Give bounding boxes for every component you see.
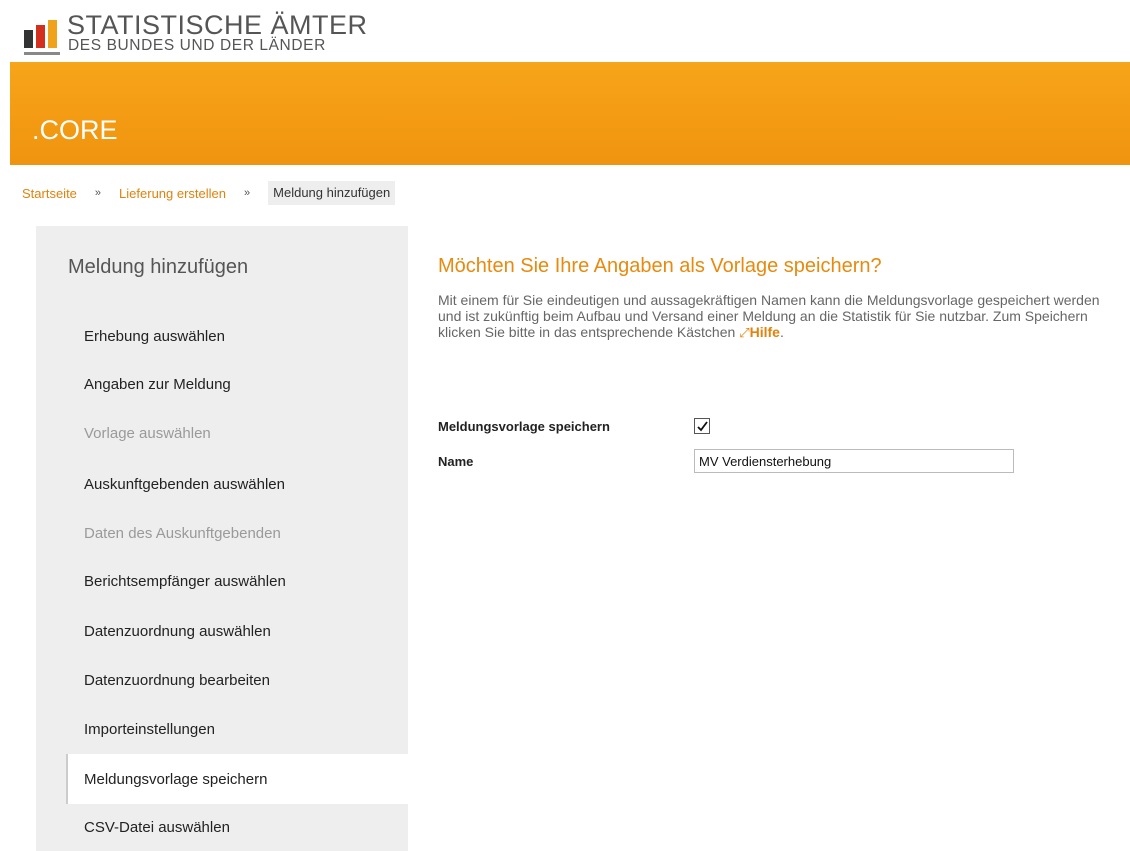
sidebar-item-importeinstellungen[interactable]: Importeinstellungen xyxy=(84,721,215,738)
external-link-icon: ⤢ xyxy=(739,325,750,340)
save-template-row: Meldungsvorlage speichern xyxy=(438,418,710,434)
main-content: Möchten Sie Ihre Angaben als Vorlage spe… xyxy=(438,255,1118,341)
sidebar-title: Meldung hinzufügen xyxy=(68,256,249,278)
sidebar-item-angaben-zur-meldung[interactable]: Angaben zur Meldung xyxy=(84,376,231,393)
statistics-logo-icon xyxy=(24,20,60,55)
sidebar-item-csv-datei-auswaehlen[interactable]: CSV-Datei auswählen xyxy=(84,819,230,836)
sidebar-item-auskunftgebenden-auswaehlen[interactable]: Auskunftgebenden auswählen xyxy=(84,476,285,493)
sidebar-item-daten-des-auskunftgebenden: Daten des Auskunftgebenden xyxy=(84,525,281,542)
breadcrumb: Startseite » Lieferung erstellen » Meldu… xyxy=(22,180,396,206)
logo-bar: STATISTISCHE ÄMTER DES BUNDES UND DER LÄ… xyxy=(0,0,1130,62)
header-band: .CORE xyxy=(10,62,1130,165)
sidebar-item-erhebung-auswaehlen[interactable]: Erhebung auswählen xyxy=(84,328,225,345)
description-text: Mit einem für Sie eindeutigen und aussag… xyxy=(438,292,1118,341)
sidebar-item-vorlage-auswaehlen: Vorlage auswählen xyxy=(84,425,211,442)
breadcrumb-separator: » xyxy=(94,187,102,199)
save-template-checkbox[interactable] xyxy=(694,418,710,434)
breadcrumb-current: Meldung hinzufügen xyxy=(268,181,396,205)
breadcrumb-lieferung-erstellen[interactable]: Lieferung erstellen xyxy=(119,186,226,201)
name-label: Name xyxy=(438,453,474,469)
breadcrumb-startseite[interactable]: Startseite xyxy=(22,186,77,201)
sidebar-item-berichtsempfaenger-auswaehlen[interactable]: Berichtsempfänger auswählen xyxy=(84,573,286,590)
sidebar-item-datenzuordnung-bearbeiten[interactable]: Datenzuordnung bearbeiten xyxy=(84,672,270,689)
page-title: Möchten Sie Ihre Angaben als Vorlage spe… xyxy=(438,255,882,277)
description-suffix: . xyxy=(779,324,784,340)
breadcrumb-separator: » xyxy=(244,187,251,199)
name-row: Name xyxy=(438,449,1014,473)
save-template-label: Meldungsvorlage speichern xyxy=(438,418,610,434)
org-name-line2: DES BUNDES UND DER LÄNDER xyxy=(68,37,326,54)
product-title: .CORE xyxy=(32,115,118,145)
template-name-input[interactable] xyxy=(694,449,1014,473)
step-sidebar: Meldung hinzufügen Erhebung auswählen An… xyxy=(36,226,408,851)
help-link[interactable]: Hilfe xyxy=(750,324,780,340)
sidebar-item-meldungsvorlage-speichern[interactable]: Meldungsvorlage speichern xyxy=(84,771,267,788)
checkmark-icon xyxy=(697,421,708,432)
sidebar-item-datenzuordnung-auswaehlen[interactable]: Datenzuordnung auswählen xyxy=(84,623,271,640)
